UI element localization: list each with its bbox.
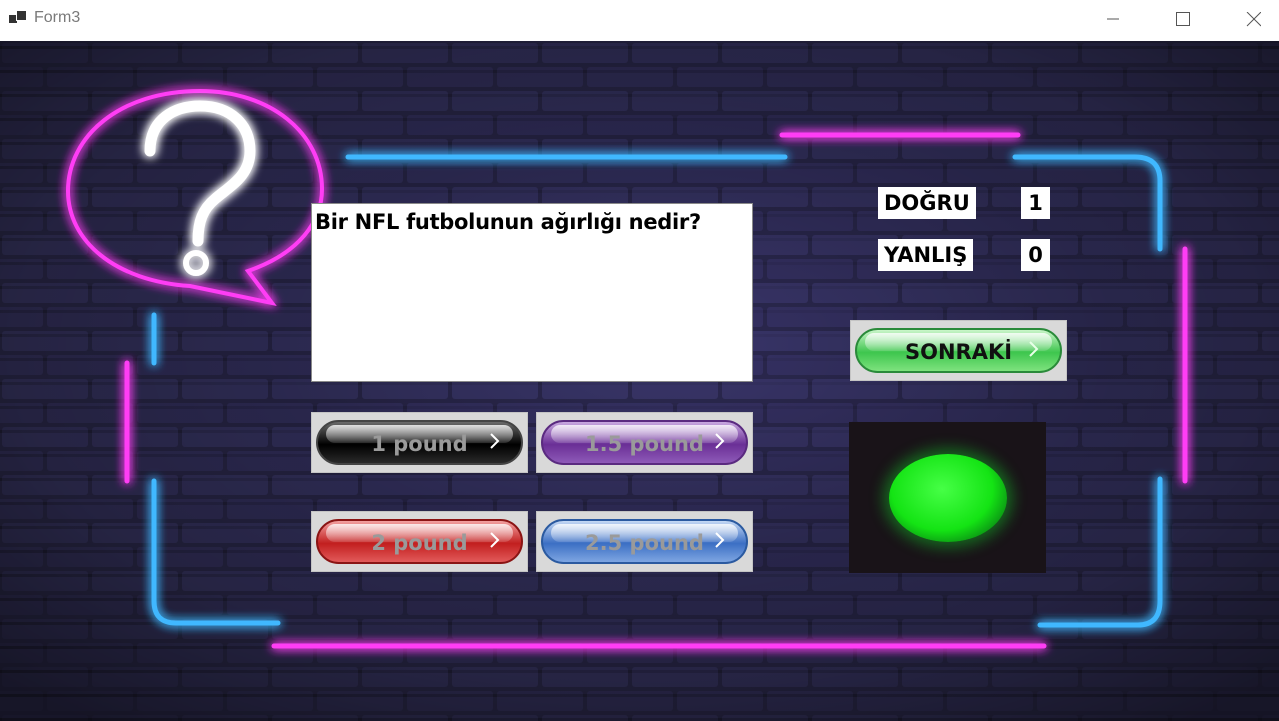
wrong-count: 0 — [1021, 239, 1050, 271]
quiz-form: Bir NFL futbolunun ağırlığı nedir? 1 pou… — [0, 41, 1279, 721]
answer-button-1[interactable]: 1 pound — [311, 412, 528, 473]
close-icon — [1246, 12, 1261, 27]
chevron-right-icon — [490, 532, 500, 548]
chevron-right-icon — [490, 433, 500, 449]
next-button[interactable]: SONRAKİ — [850, 320, 1067, 381]
wrong-label: YANLIŞ — [878, 239, 974, 271]
answer-pill: 1 pound — [316, 420, 523, 465]
chevron-right-icon — [715, 532, 725, 548]
correct-label: DOĞRU — [878, 187, 976, 219]
maximize-button[interactable] — [1160, 0, 1206, 40]
answer-pill: 1.5 pound — [541, 420, 748, 465]
maximize-icon — [1176, 12, 1190, 26]
chevron-right-icon — [715, 433, 725, 449]
answer-button-4[interactable]: 2.5 pound — [536, 511, 753, 572]
question-mark-icon — [144, 100, 256, 276]
answer-pill: 2 pound — [316, 519, 523, 564]
app-icon — [9, 10, 27, 26]
close-button[interactable] — [1230, 0, 1276, 40]
window-title: Form3 — [34, 9, 81, 26]
answer-button-3[interactable]: 2 pound — [311, 511, 528, 572]
minimize-icon — [1107, 18, 1119, 20]
next-pill: SONRAKİ — [855, 328, 1062, 373]
green-light-icon — [889, 454, 1007, 542]
question-text: Bir NFL futbolunun ağırlığı nedir? — [315, 210, 701, 234]
chevron-right-icon — [1029, 341, 1039, 357]
answer-pill: 2.5 pound — [541, 519, 748, 564]
result-indicator — [849, 422, 1046, 573]
question-box: Bir NFL futbolunun ağırlığı nedir? — [311, 203, 753, 382]
answer-button-2[interactable]: 1.5 pound — [536, 412, 753, 473]
correct-count: 1 — [1021, 187, 1050, 219]
minimize-button[interactable] — [1090, 0, 1136, 40]
title-bar: Form3 — [0, 0, 1279, 40]
